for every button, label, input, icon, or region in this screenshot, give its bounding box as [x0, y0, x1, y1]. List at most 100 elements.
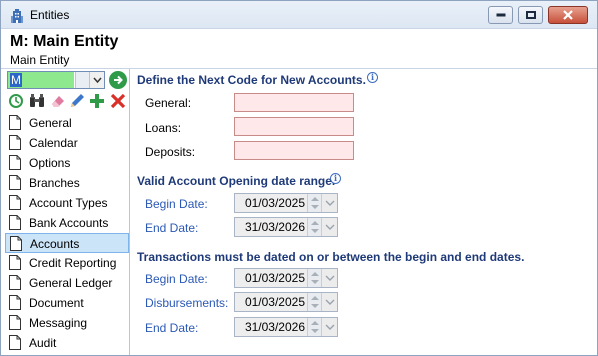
- sidebar-item-branches[interactable]: Branches: [5, 173, 129, 193]
- chevron-down-icon: [325, 224, 335, 230]
- date-spinner[interactable]: [307, 293, 321, 311]
- tx-end-date[interactable]: 31/03/2026: [234, 317, 338, 337]
- sidebar-item-credit-reporting[interactable]: Credit Reporting: [5, 253, 129, 273]
- date-value[interactable]: 31/03/2026: [235, 218, 307, 236]
- deposits-label: Deposits:: [145, 145, 196, 159]
- date-spinner[interactable]: [307, 194, 321, 212]
- close-button[interactable]: [548, 6, 588, 24]
- sidebar-item-label: Options: [29, 156, 71, 170]
- opening-begin-date[interactable]: 01/03/2025: [234, 193, 338, 213]
- sidebar-item-label: Audit: [29, 336, 57, 350]
- document-icon: [10, 236, 22, 251]
- date-spinner[interactable]: [307, 318, 321, 336]
- maximize-icon: [525, 11, 536, 19]
- date-dropdown-button[interactable]: [321, 194, 337, 212]
- date-dropdown-button[interactable]: [321, 269, 337, 287]
- close-icon: [563, 10, 573, 20]
- document-icon: [9, 275, 21, 290]
- sidebar-item-messaging[interactable]: Messaging: [5, 313, 129, 333]
- combo-dropdown-button[interactable]: [89, 72, 104, 88]
- general-code-input[interactable]: [234, 93, 354, 112]
- window-title: Entities: [30, 8, 70, 22]
- document-icon: [9, 335, 21, 350]
- sidebar-toolbar: [7, 92, 127, 110]
- sidebar-item-general-ledger[interactable]: General Ledger: [5, 273, 129, 293]
- document-icon: [9, 255, 21, 270]
- sidebar: M General Calendar Options Branches Acco…: [1, 69, 130, 355]
- opening-begin-label: Begin Date:: [145, 197, 208, 211]
- deposits-code-input[interactable]: [234, 141, 354, 160]
- sidebar-item-label: General Ledger: [29, 276, 113, 290]
- tx-begin-date[interactable]: 01/03/2025: [234, 268, 338, 288]
- maximize-button[interactable]: [518, 6, 543, 24]
- date-dropdown-button[interactable]: [321, 293, 337, 311]
- sidebar-item-document[interactable]: Document: [5, 293, 129, 313]
- binoculars-icon[interactable]: [28, 92, 46, 110]
- delete-icon[interactable]: [109, 92, 127, 110]
- title-bar[interactable]: Entities: [1, 1, 597, 29]
- document-icon: [9, 215, 21, 230]
- pencil-icon[interactable]: [68, 92, 86, 110]
- tx-end-label: End Date:: [145, 321, 199, 335]
- chevron-down-icon: [325, 275, 335, 281]
- opening-end-date[interactable]: 31/03/2026: [234, 217, 338, 237]
- sidebar-item-label: Messaging: [29, 316, 88, 330]
- sidebar-item-label: General: [29, 116, 72, 130]
- tx-disbursements-date[interactable]: 01/03/2025: [234, 292, 338, 312]
- sidebar-item-general[interactable]: General: [5, 113, 129, 133]
- info-icon[interactable]: i: [330, 173, 341, 184]
- sidebar-item-label: Branches: [29, 176, 80, 190]
- refresh-icon[interactable]: [7, 92, 25, 110]
- add-icon[interactable]: [88, 92, 106, 110]
- document-icon: [9, 315, 21, 330]
- document-icon: [9, 155, 21, 170]
- date-spinner[interactable]: [307, 218, 321, 236]
- date-value[interactable]: 01/03/2025: [235, 194, 307, 212]
- transactions-title: Transactions must be dated on or between…: [137, 250, 525, 264]
- tx-disbursements-label: Disbursements:: [145, 296, 229, 310]
- minimize-button[interactable]: [488, 6, 513, 24]
- loans-label: Loans:: [145, 121, 182, 135]
- sidebar-item-label: Document: [29, 296, 84, 310]
- general-label: General:: [145, 96, 192, 110]
- minimize-icon: [496, 13, 505, 17]
- date-value[interactable]: 01/03/2025: [235, 293, 307, 311]
- eraser-icon[interactable]: [49, 92, 67, 110]
- date-dropdown-button[interactable]: [321, 318, 337, 336]
- chevron-down-icon: [325, 299, 335, 305]
- sidebar-item-options[interactable]: Options: [5, 153, 129, 173]
- sidebar-item-audit[interactable]: Audit: [5, 333, 129, 353]
- loans-code-input[interactable]: [234, 117, 354, 136]
- go-button[interactable]: [109, 71, 127, 89]
- date-value[interactable]: 31/03/2026: [235, 318, 307, 336]
- combo-grip[interactable]: [75, 72, 89, 88]
- sidebar-item-label: Accounts: [30, 237, 80, 251]
- entities-window: Entities M: Main Entity Main Entity M Ge…: [0, 0, 598, 356]
- sidebar-item-bank-accounts[interactable]: Bank Accounts: [5, 213, 129, 233]
- info-icon[interactable]: i: [367, 72, 378, 83]
- opening-range-title: Valid Account Opening date range.: [137, 174, 336, 188]
- entity-code-title: M: Main Entity: [10, 33, 119, 50]
- sidebar-item-label: Credit Reporting: [29, 256, 117, 270]
- sidebar-item-account-types[interactable]: Account Types: [5, 193, 129, 213]
- date-dropdown-button[interactable]: [321, 218, 337, 236]
- sidebar-item-label: Bank Accounts: [29, 216, 109, 230]
- date-spinner[interactable]: [307, 269, 321, 287]
- entity-header: M: Main Entity Main Entity: [1, 29, 597, 69]
- entity-combo[interactable]: M: [7, 71, 105, 89]
- date-value[interactable]: 01/03/2025: [235, 269, 307, 287]
- sidebar-item-accounts[interactable]: Accounts: [5, 233, 129, 253]
- sidebar-item-label: Calendar: [29, 136, 78, 150]
- document-icon: [9, 115, 21, 130]
- sidebar-item-label: Account Types: [29, 196, 108, 210]
- arrow-right-icon: [114, 75, 123, 85]
- next-code-title: Define the Next Code for New Accounts.: [137, 73, 366, 87]
- building-icon: [11, 9, 23, 23]
- chevron-down-icon: [325, 200, 335, 206]
- entity-combo-value[interactable]: M: [8, 72, 74, 88]
- document-icon: [9, 135, 21, 150]
- sidebar-item-calendar[interactable]: Calendar: [5, 133, 129, 153]
- chevron-down-icon: [325, 324, 335, 330]
- document-icon: [9, 175, 21, 190]
- accounts-panel: Define the Next Code for New Accounts. i…: [131, 69, 597, 355]
